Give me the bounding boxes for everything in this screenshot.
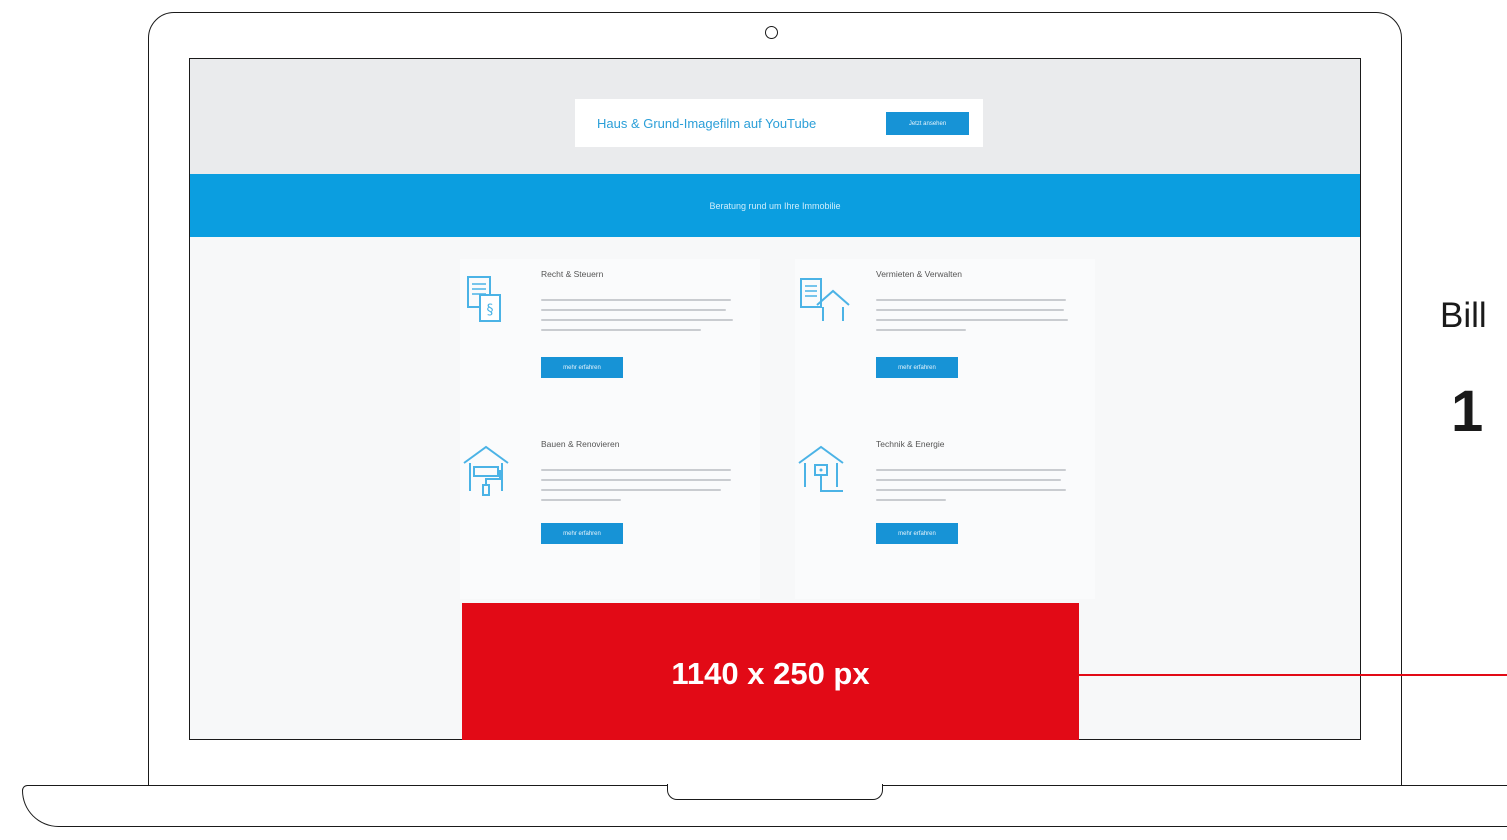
banner-size-placeholder: 1140 x 250 px	[462, 603, 1079, 740]
card-vermieten-verwalten: Vermieten & Verwalten mehr erfahren	[795, 259, 1095, 429]
svg-text:§: §	[487, 302, 494, 318]
card-title: Bauen & Renovieren	[541, 439, 620, 449]
card-text-line	[876, 299, 1066, 301]
side-label: Bill	[1440, 296, 1487, 335]
house-paint-roller-icon	[463, 445, 509, 496]
promo-text: Haus & Grund-Imagefilm auf YouTube	[597, 115, 817, 131]
section-band: Beratung rund um Ihre Immobilie	[190, 174, 1360, 237]
card-title: Technik & Energie	[876, 439, 945, 449]
promo-area: Haus & Grund-Imagefilm auf YouTube Jetzt…	[190, 59, 1360, 174]
card-text-line	[876, 329, 966, 331]
laptop-notch	[667, 784, 883, 800]
card-text-line	[541, 309, 726, 311]
camera-icon	[765, 26, 778, 39]
card-text-line	[876, 319, 1068, 321]
card-text-line	[541, 499, 621, 501]
card-more-button[interactable]: mehr erfahren	[876, 357, 958, 378]
promo-box: Haus & Grund-Imagefilm auf YouTube Jetzt…	[575, 99, 983, 147]
card-text-line	[541, 319, 733, 321]
card-title: Recht & Steuern	[541, 269, 604, 279]
card-recht-steuern: § Recht & Steuern mehr erfahren	[460, 259, 760, 429]
card-more-button[interactable]: mehr erfahren	[876, 523, 958, 544]
card-more-button[interactable]: mehr erfahren	[541, 357, 623, 378]
card-text-line	[541, 479, 731, 481]
banner-size-label: 1140 x 250 px	[671, 655, 870, 691]
card-text-line	[876, 479, 1061, 481]
card-more-button[interactable]: mehr erfahren	[541, 523, 623, 544]
card-text-line	[876, 469, 1066, 471]
card-text-line	[541, 299, 731, 301]
card-text-line	[541, 489, 721, 491]
card-text-line	[876, 309, 1064, 311]
card-text-line	[876, 499, 946, 501]
side-value: 1	[1451, 379, 1484, 444]
document-house-icon	[800, 278, 850, 321]
house-plug-icon	[798, 445, 844, 492]
promo-button[interactable]: Jetzt ansehen	[886, 112, 969, 135]
banner-callout-line	[1079, 674, 1507, 676]
card-text-line	[876, 489, 1066, 491]
card-title: Vermieten & Verwalten	[876, 269, 962, 279]
section-band-text: Beratung rund um Ihre Immobilie	[709, 200, 841, 211]
card-bauen-renovieren: Bauen & Renovieren mehr erfahren	[460, 429, 760, 599]
document-paragraph-icon: §	[467, 276, 501, 322]
card-text-line	[541, 469, 731, 471]
card-technik-energie: Technik & Energie mehr erfahren	[795, 429, 1095, 599]
card-text-line	[541, 329, 701, 331]
